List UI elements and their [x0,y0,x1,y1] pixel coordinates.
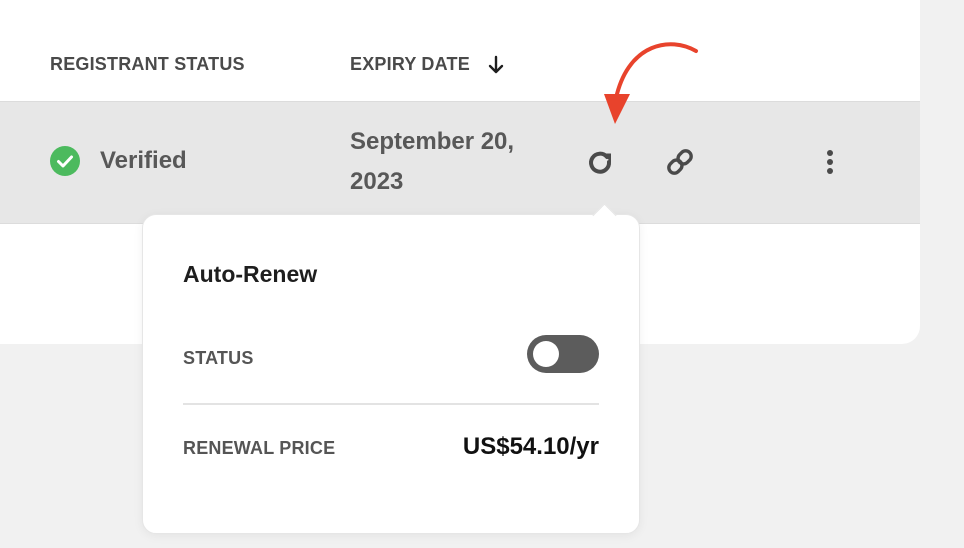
annotation-arrow-icon [604,42,698,124]
auto-renew-toggle[interactable] [527,335,599,373]
popover-title: Auto-Renew [183,261,318,287]
more-options-button[interactable] [812,144,848,180]
expiry-date-header-label: EXPIRY DATE [350,54,470,74]
link-icon [667,149,693,175]
registrant-status-value: Verified [100,147,187,174]
registrant-status-header: REGISTRANT STATUS [50,54,245,74]
refresh-icon [589,151,612,174]
link-button[interactable] [662,144,698,180]
auto-renew-button[interactable] [582,144,618,180]
popover-divider [183,403,599,405]
table-row: Verified September 20, 2023 [0,101,920,224]
check-circle-icon [50,146,80,176]
renewal-price-value: US$54.10/yr [462,433,599,460]
auto-renew-popover: Auto-Renew STATUS RENEWAL PRICE US$54.10… [142,203,640,534]
arrow-down-icon[interactable] [488,55,504,75]
expiry-date-value: September 20, 2023 [350,128,515,195]
registrant-status-cell: Verified [50,146,187,176]
auto-renew-status-label: STATUS [183,348,254,368]
expiry-date-header[interactable]: EXPIRY DATE [350,54,504,75]
more-vertical-icon [827,150,833,174]
renewal-price-label: RENEWAL PRICE [183,438,336,458]
toggle-knob [533,341,559,367]
